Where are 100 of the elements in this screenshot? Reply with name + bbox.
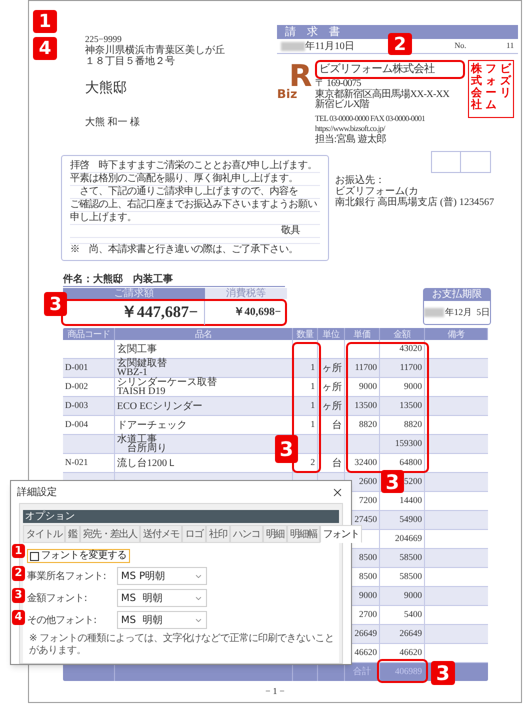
font-select[interactable]: MS 明朝 bbox=[117, 611, 207, 629]
table-cell-text: 玄関工事 bbox=[117, 344, 158, 354]
table-cell-text: 11700 bbox=[354, 361, 377, 374]
table-cell-text: 玄関鍵取替 bbox=[117, 359, 168, 368]
table-cell-text: 9000 bbox=[359, 380, 377, 394]
page-number: − 1 − bbox=[265, 685, 285, 698]
table-cell-text: 58500 bbox=[400, 551, 422, 564]
table-cell-text: 1 bbox=[310, 399, 315, 412]
table-cell-text: 流し台1200Ｌ bbox=[117, 458, 178, 468]
callout-badge: 1 bbox=[33, 10, 57, 33]
callout-badge: 4 bbox=[12, 610, 25, 625]
table-cell-text: ドアーチェック bbox=[117, 420, 188, 430]
table-cell-text: 8820 bbox=[359, 418, 377, 432]
table-cell-text: 64800 bbox=[400, 456, 422, 470]
tab[interactable]: 送付メモ bbox=[140, 525, 182, 543]
tab[interactable]: タイトル bbox=[23, 525, 65, 543]
recipient-name: 大熊 和一 様 bbox=[85, 117, 141, 128]
postal-code: 225−9999 bbox=[85, 34, 123, 44]
table-cell-text: 27450 bbox=[354, 513, 377, 526]
tab[interactable]: ロゴ bbox=[182, 525, 206, 543]
table-cell-text: 1 bbox=[310, 361, 315, 374]
tab[interactable]: フォント bbox=[320, 525, 362, 543]
tax-header: 消費税等 bbox=[205, 288, 287, 299]
table-cell-text: 1 bbox=[310, 380, 315, 394]
tax-amount: ￥40,698− bbox=[233, 305, 281, 320]
letter-line: 申し上げます。 bbox=[70, 212, 320, 225]
table-cell-text: D-004 bbox=[65, 418, 88, 432]
letter-line: 平素は格別のご高配を賜り、厚く御礼申し上げます。 bbox=[70, 173, 320, 186]
dialog-title: 詳細設定 bbox=[17, 486, 57, 500]
total-amount: 406989 bbox=[395, 665, 422, 678]
section-header: オプション bbox=[23, 510, 339, 523]
table-cell-text: TAISH D19 bbox=[117, 387, 166, 396]
table-cell-text: 5400 bbox=[404, 608, 422, 622]
callout-badge: 2 bbox=[12, 566, 25, 581]
tab[interactable]: ハンコ bbox=[230, 525, 263, 543]
subject: 件名：大熊邸 内装工事 bbox=[63, 273, 173, 286]
table-cell-text: D-001 bbox=[65, 361, 88, 374]
bank-info-line: 南北銀行 高田馬場支店 (普) 1234567 bbox=[335, 197, 496, 208]
tab[interactable]: 明細 bbox=[263, 525, 287, 543]
bank-info-line: お振込先： bbox=[335, 175, 386, 186]
tab[interactable]: 社印 bbox=[206, 525, 230, 543]
table-cell-text: 46620 bbox=[354, 646, 377, 660]
blurred-text-mask bbox=[281, 42, 305, 50]
table-cell-text: 204669 bbox=[395, 532, 422, 546]
table-cell-text: 2600 bbox=[359, 475, 377, 488]
font-select[interactable]: MS P明朝 bbox=[117, 567, 207, 585]
table-cell-text: 26649 bbox=[400, 627, 422, 640]
due-date-label: お支払期限 bbox=[432, 289, 482, 300]
table-cell-text: 54900 bbox=[400, 513, 422, 526]
table-cell-text: D-003 bbox=[65, 399, 88, 412]
address-line: 神奈川県横浜市青葉区美しが丘 bbox=[85, 45, 226, 56]
address-line: １８丁目５番地２号 bbox=[85, 56, 176, 67]
field-label: 金額フォント: bbox=[27, 592, 88, 606]
table-cell-text: 159300 bbox=[395, 437, 422, 450]
number-label: No. bbox=[454, 40, 466, 52]
stamp-text: フォーム bbox=[485, 63, 496, 114]
table-cell-text: 台 bbox=[332, 456, 342, 470]
tab[interactable]: 明細幅 bbox=[287, 525, 320, 543]
table-cell-text: 2700 bbox=[359, 608, 377, 622]
table-cell-text: 13500 bbox=[354, 399, 377, 412]
table-cell-text: 1 bbox=[310, 418, 315, 432]
table-cell-text: 11700 bbox=[400, 361, 422, 374]
callout-badge: 3 bbox=[44, 292, 67, 316]
invoice-amount: ￥447,687− bbox=[120, 302, 198, 322]
table-cell-text: 8500 bbox=[359, 570, 377, 584]
table-cell-text: ヶ所 bbox=[322, 362, 342, 376]
company-info-line: https://www.bizsoft.co.jp/ bbox=[315, 124, 386, 134]
table-cell-text: 台 bbox=[332, 418, 342, 432]
seal-box bbox=[461, 151, 491, 173]
company-name: ビズリフォーム株式会社 bbox=[319, 63, 434, 75]
letter-line: 拝啓 時下ますますご清栄のこととお喜び申し上げます。 bbox=[70, 160, 320, 173]
table-cell-text: 水道工事 bbox=[117, 435, 158, 444]
table-cell-text: 台所周り bbox=[127, 444, 168, 453]
letter-line: ご確認の上、右記口座までお振込み下さいますようお願い bbox=[70, 199, 320, 212]
blurred-text-mask bbox=[424, 308, 444, 317]
table-cell-text: ヶ所 bbox=[322, 380, 342, 394]
font-change-checkbox[interactable]: フォントを変更する bbox=[27, 549, 130, 563]
tab[interactable]: 宛先・差出人 bbox=[80, 525, 140, 543]
font-select[interactable]: MS 明朝 bbox=[117, 589, 207, 607]
tab[interactable]: 鑑 bbox=[65, 525, 80, 543]
table-cell-text: D-002 bbox=[65, 380, 88, 394]
company-info-line: 〒 169-0075 bbox=[315, 79, 361, 89]
table-cell-text: シリンダーケース取替 bbox=[117, 378, 218, 387]
table-cell-text: 14400 bbox=[400, 494, 422, 508]
callout-badge: 3 bbox=[12, 588, 25, 603]
letter-closing: 敬具 bbox=[281, 225, 300, 237]
field-label: 事業所名フォント: bbox=[27, 570, 107, 584]
table-cell-text: 9000 bbox=[359, 589, 377, 602]
callout-badge: 3 bbox=[431, 661, 455, 685]
table-cell-text: 8500 bbox=[359, 551, 377, 564]
table-cell-text: 26649 bbox=[354, 627, 377, 640]
table-cell-text: N-021 bbox=[65, 456, 88, 470]
table-cell-text: ヶ所 bbox=[322, 400, 342, 414]
table-cell-text: 7200 bbox=[359, 494, 377, 508]
invoice-number: 11 bbox=[506, 40, 514, 52]
company-info-line: 東京都新宿区高田馬場XX-X-XX bbox=[315, 90, 450, 100]
callout-badge: 1 bbox=[12, 544, 25, 558]
invoice-date: 年11月10日 bbox=[305, 40, 355, 54]
table-cell-text: 32400 bbox=[354, 456, 377, 470]
stamp-text: 株式会社 bbox=[470, 63, 482, 114]
